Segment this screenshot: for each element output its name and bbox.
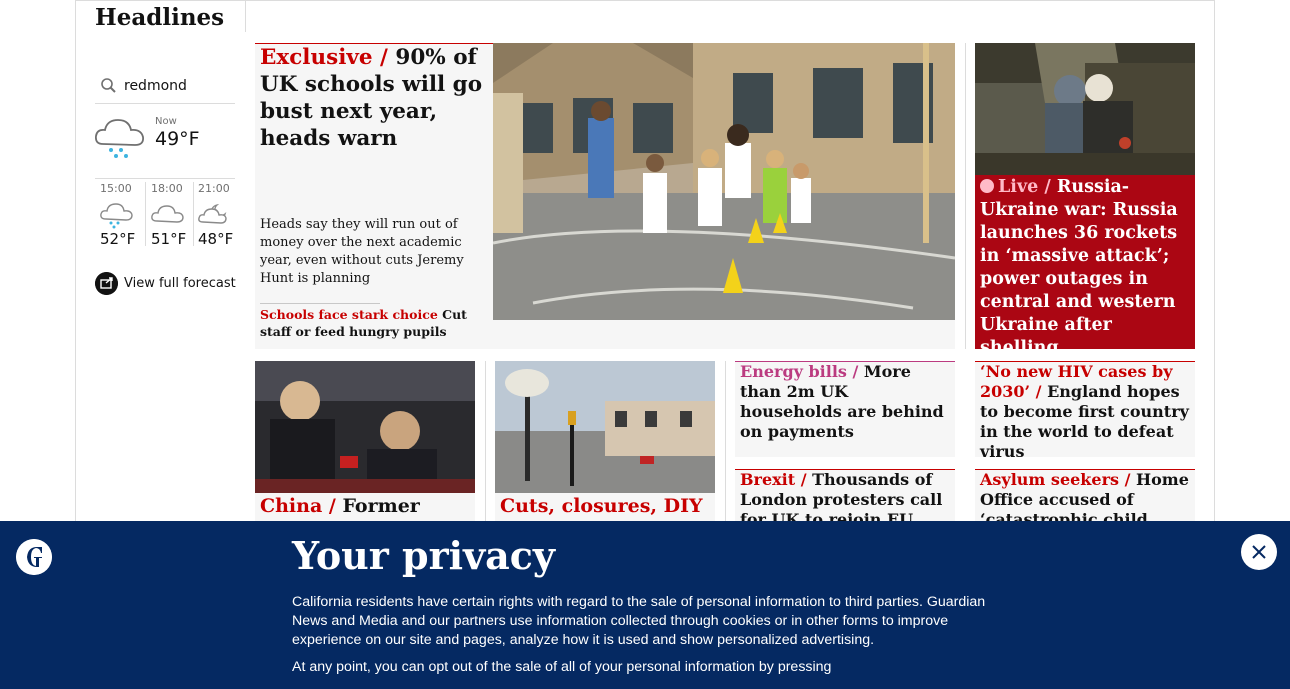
search-icon bbox=[101, 77, 116, 93]
privacy-body: California residents have certain rights… bbox=[292, 593, 1002, 685]
cuts-kicker: Cuts, closures, DIY bbox=[500, 495, 703, 517]
guardian-logo-icon bbox=[16, 539, 52, 575]
main-story-kicker: Exclusive / bbox=[260, 45, 396, 70]
section-title: Headlines bbox=[95, 4, 225, 31]
forecast-temp: 52°F bbox=[100, 230, 136, 248]
energy-kicker: Energy bills / bbox=[740, 362, 864, 381]
asylum-kicker: Asylum seekers / bbox=[980, 470, 1136, 489]
view-full-forecast-label: View full forecast bbox=[124, 276, 236, 291]
privacy-title: Your privacy bbox=[292, 533, 555, 578]
main-story-standfirst: Heads say they will run out of money ove… bbox=[260, 217, 464, 286]
close-privacy-button[interactable] bbox=[1241, 534, 1277, 570]
china-headline-text: Former bbox=[342, 495, 420, 517]
weather-location-text: redmond bbox=[124, 77, 187, 94]
live-story-headline[interactable]: Live / Russia-Ukraine war: Russia launch… bbox=[980, 176, 1192, 360]
town-street-photo[interactable] bbox=[495, 361, 715, 493]
external-link-icon bbox=[95, 272, 118, 295]
hiv-story-headline[interactable]: ‘No new HIV cases by 2030’ / England hop… bbox=[980, 362, 1192, 462]
forecast-time: 18:00 bbox=[151, 182, 183, 195]
sublink-divider bbox=[260, 303, 380, 304]
column-divider bbox=[485, 361, 486, 521]
forecast-item: 15:00 52°F bbox=[95, 182, 141, 252]
forecast-temp: 51°F bbox=[151, 230, 187, 248]
rain-cloud-icon bbox=[94, 119, 144, 158]
cuts-story-headline[interactable]: Cuts, closures, DIY bbox=[500, 494, 712, 518]
china-kicker: China / bbox=[260, 495, 343, 517]
weather-location-field[interactable]: redmond bbox=[95, 68, 235, 104]
live-kicker: Live / bbox=[998, 177, 1057, 197]
china-story-headline[interactable]: China / Former bbox=[260, 494, 472, 518]
weather-now-temp: 49°F bbox=[155, 128, 200, 150]
view-full-forecast-link[interactable]: View full forecast bbox=[95, 272, 236, 295]
moon-cloud-icon bbox=[198, 203, 227, 224]
title-divider bbox=[245, 0, 246, 32]
forecast-temp: 48°F bbox=[198, 230, 234, 248]
brexit-kicker: Brexit / bbox=[740, 470, 813, 489]
forecast-time: 21:00 bbox=[198, 182, 230, 195]
cloud-icon bbox=[151, 205, 184, 223]
forecast-divider bbox=[95, 178, 235, 179]
forecast-item: 21:00 48°F bbox=[193, 182, 239, 252]
top-divider bbox=[75, 0, 1215, 1]
energy-story-headline[interactable]: Energy bills / More than 2m UK household… bbox=[740, 362, 952, 442]
close-icon bbox=[1252, 545, 1266, 559]
column-divider bbox=[725, 361, 726, 521]
forecast-time: 15:00 bbox=[100, 182, 132, 195]
schoolchildren-playground-photo[interactable] bbox=[493, 43, 955, 320]
privacy-paragraph: California residents have certain rights… bbox=[292, 594, 986, 648]
sublink-kicker: Schools face stark choice bbox=[260, 307, 438, 322]
live-indicator-icon bbox=[980, 179, 994, 193]
rain-cloud-icon bbox=[100, 203, 133, 229]
privacy-paragraph: At any point, you can opt out of the sal… bbox=[292, 659, 832, 675]
ukraine-embrace-photo[interactable] bbox=[975, 43, 1195, 175]
live-headline-text: Russia-Ukraine war: Russia launches 36 r… bbox=[980, 177, 1178, 358]
forecast-item: 18:00 51°F bbox=[146, 182, 192, 252]
schools-sublink[interactable]: Schools face stark choice Cut staff or f… bbox=[260, 306, 470, 340]
china-congress-photo[interactable] bbox=[255, 361, 475, 493]
weather-now-label: Now bbox=[155, 116, 177, 127]
column-divider bbox=[965, 43, 966, 349]
main-story-headline[interactable]: Exclusive / 90% of UK schools will go bu… bbox=[260, 44, 485, 152]
